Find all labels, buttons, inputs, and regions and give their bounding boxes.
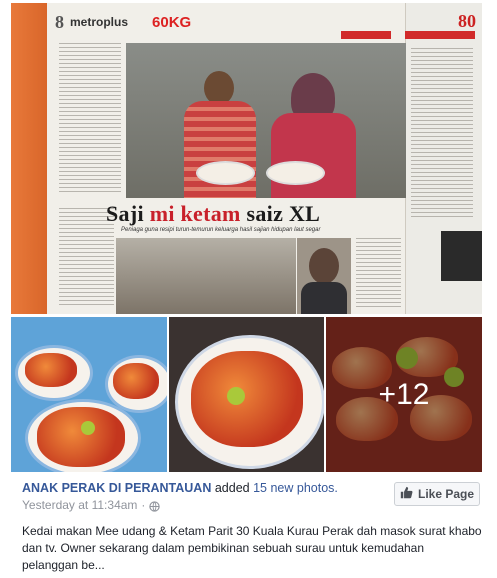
photo-count-link[interactable]: 15 new photos. <box>253 481 338 495</box>
newspaper-page-number: 8 <box>55 11 64 32</box>
newspaper-subhead: Peniaga guna resipi turun-temurun keluar… <box>121 227 321 233</box>
lime <box>81 421 95 435</box>
post-header: ANAK PERAK DI PERANTAUAN added 15 new ph… <box>22 480 382 513</box>
post-timestamp-line: Yesterday at 11:34am · <box>22 497 382 513</box>
newspaper-header: 8 metroplus 60KG <box>55 11 191 33</box>
newspaper-text-column <box>411 48 473 218</box>
newspaper-text-column <box>59 43 121 193</box>
food-plate <box>266 161 325 185</box>
like-page-label: Like Page <box>417 487 475 501</box>
newspaper-text-column <box>356 238 401 308</box>
lime <box>227 387 245 405</box>
newspaper-secondary-photo <box>116 238 296 314</box>
crab-dish <box>25 353 77 387</box>
food-plate <box>196 161 255 185</box>
newspaper-kicker: 60KG <box>152 13 192 31</box>
thumbs-up-icon <box>400 486 413 502</box>
newspaper-section-badge-right <box>405 31 475 39</box>
post-action-text: added <box>214 481 250 495</box>
newspaper-page-number-right: 80 <box>458 11 476 31</box>
page-name-link[interactable]: ANAK PERAK DI PERANTAUAN <box>22 481 211 495</box>
newspaper-ad <box>441 231 482 281</box>
crab-dish <box>37 407 125 467</box>
post-actor-line: ANAK PERAK DI PERANTAUAN added 15 new ph… <box>22 480 382 496</box>
newspaper-headline: Saji mi ketam saiz XL <box>106 201 321 226</box>
newspaper-photo[interactable]: 8 metroplus 60KG 80 Saji mi ketam saiz X… <box>11 3 482 314</box>
facebook-post: 8 metroplus 60KG 80 Saji mi ketam saiz X… <box>0 0 497 578</box>
crab-dish <box>113 363 159 399</box>
separator-dot: · <box>141 498 146 512</box>
photo-thumbnail[interactable] <box>11 317 167 472</box>
newspaper-main-photo <box>126 43 406 198</box>
newspaper-section: metroplus <box>70 15 129 29</box>
more-photos-overlay[interactable]: +12 <box>326 317 482 472</box>
post-text: Kedai makan Mee udang & Ketam Parit 30 K… <box>22 524 482 572</box>
newspaper-portrait <box>297 238 351 314</box>
globe-icon[interactable] <box>149 500 161 512</box>
crab-dish <box>191 351 303 447</box>
like-page-button[interactable]: Like Page <box>394 482 480 506</box>
orange-background <box>11 3 47 314</box>
post-timestamp[interactable]: Yesterday at 11:34am <box>22 497 137 513</box>
photo-thumbnail[interactable] <box>169 317 324 472</box>
newspaper-section-badge <box>341 31 391 39</box>
